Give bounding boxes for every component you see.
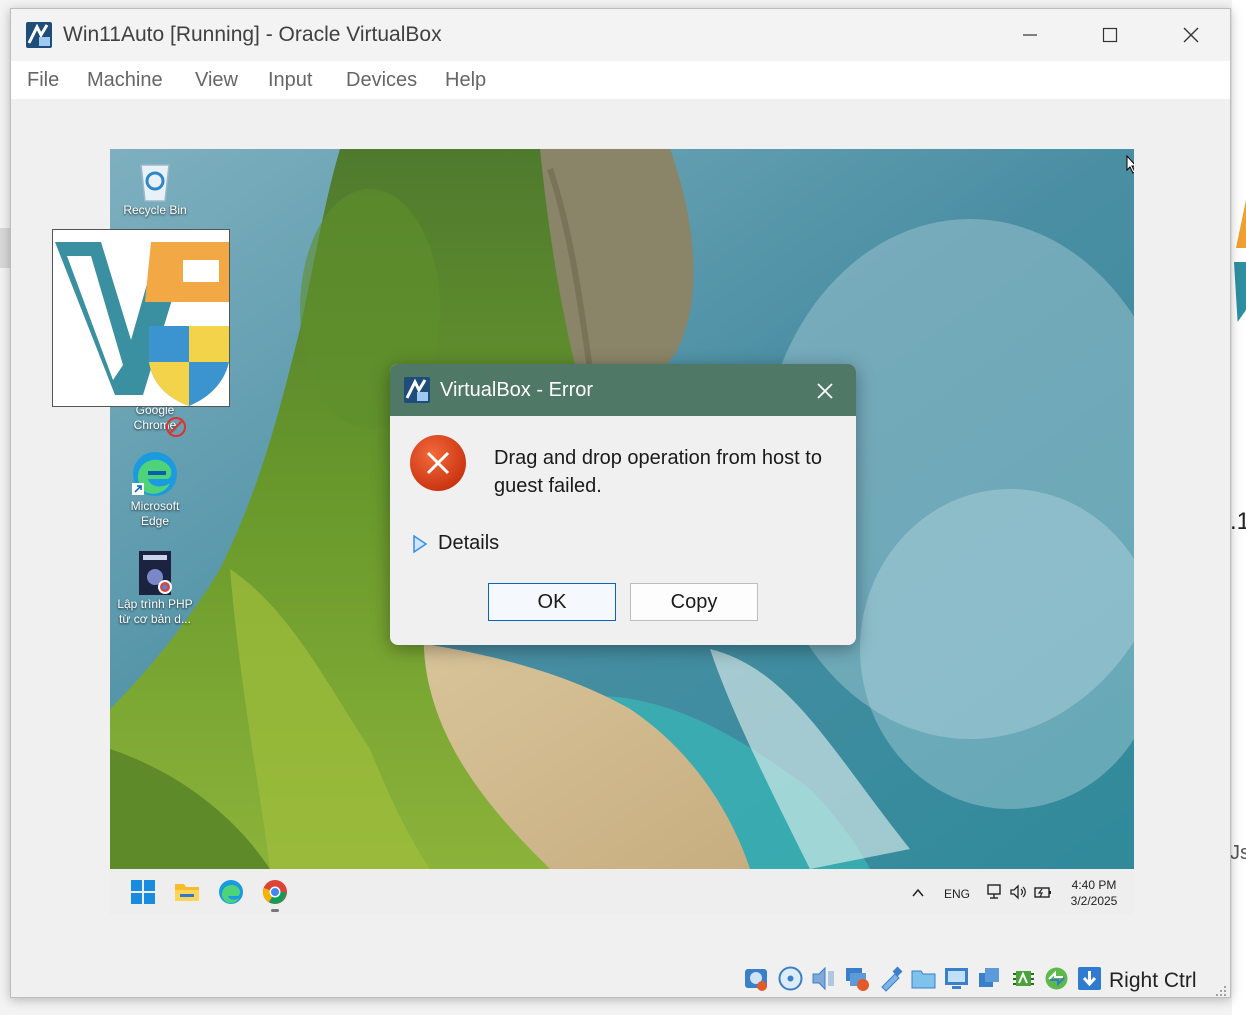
error-icon — [410, 435, 466, 491]
optical-drive-icon[interactable] — [777, 965, 804, 992]
window-title: Win11Auto [Running] - Oracle VirtualBox — [63, 23, 442, 46]
dialog-close-button[interactable] — [810, 376, 840, 406]
language-indicator[interactable]: ENG — [944, 887, 970, 901]
cpu-icon[interactable] — [1010, 965, 1037, 992]
battery-icon[interactable] — [1033, 883, 1053, 901]
close-icon — [1183, 27, 1199, 43]
error-dialog: VirtualBox - Error Drag and drop operati… — [390, 364, 856, 645]
chrome-taskbar-icon[interactable] — [262, 879, 288, 905]
virtualbox-dialog-icon — [404, 377, 430, 403]
menu-help[interactable]: Help — [445, 69, 486, 92]
resize-grip-icon[interactable] — [1215, 985, 1227, 997]
vm-status-bar: Right Ctrl — [11, 957, 1230, 999]
recycle-bin-icon — [140, 164, 170, 202]
chrome-running-indicator — [271, 909, 279, 912]
menu-bar: File Machine View Input Devices Help — [11, 61, 1230, 99]
desktop-icon-recycle-bin[interactable]: Recycle Bin — [110, 159, 200, 218]
usb-icon[interactable] — [877, 965, 904, 992]
no-drop-icon — [166, 417, 186, 437]
dialog-title-bar: VirtualBox - Error — [390, 364, 856, 416]
menu-input[interactable]: Input — [268, 69, 312, 92]
desktop-icon-label: Microsoft Edge — [130, 499, 180, 528]
error-message: Drag and drop operation from host to gue… — [494, 447, 822, 497]
host-text-fragment: .1 — [1230, 508, 1246, 535]
maximize-icon — [1102, 27, 1118, 43]
mouse-pointer-icon — [1126, 155, 1134, 174]
close-icon — [817, 383, 833, 399]
desktop-icon-label: Lập trình PHP từ cơ bản d... — [117, 597, 193, 626]
minimize-icon — [1023, 34, 1037, 36]
host-desktop-fragment-left — [0, 228, 10, 268]
details-label: Details — [438, 532, 500, 554]
menu-devices[interactable]: Devices — [346, 69, 417, 92]
details-toggle[interactable]: Details — [412, 532, 499, 555]
desktop-icon-microsoft-edge[interactable]: Microsoft Edge — [110, 449, 200, 529]
menu-file[interactable]: File — [27, 69, 59, 92]
copy-button[interactable]: Copy — [630, 583, 758, 621]
keyboard-capture-icon[interactable] — [1076, 965, 1103, 992]
app-logo-icon — [55, 242, 229, 406]
display-icon[interactable] — [943, 965, 970, 992]
hard-disk-icon[interactable] — [743, 965, 770, 992]
file-explorer-icon[interactable] — [174, 879, 200, 905]
drag-preview-image — [52, 229, 230, 407]
chevron-up-icon[interactable] — [911, 886, 925, 900]
edge-icon — [132, 452, 177, 496]
edge-taskbar-icon[interactable] — [218, 879, 244, 905]
desktop-icon-label: Recycle Bin — [123, 203, 187, 217]
shared-folders-icon[interactable] — [910, 965, 937, 992]
clock-time[interactable]: 4:40 PM — [1071, 878, 1117, 892]
menu-machine[interactable]: Machine — [87, 69, 163, 92]
clock-date[interactable]: 3/2/2025 — [1066, 894, 1122, 908]
recording-icon[interactable] — [976, 965, 1003, 992]
host-text-fragment-2: Js — [1230, 842, 1246, 864]
network-icon[interactable] — [985, 883, 1003, 901]
book-cover-icon — [139, 551, 172, 595]
virtualbox-app-icon — [26, 22, 52, 48]
close-window-button[interactable] — [1168, 17, 1214, 53]
guest-additions-icon[interactable] — [1043, 965, 1070, 992]
host-key-label: Right Ctrl — [1109, 969, 1197, 992]
dialog-title: VirtualBox - Error — [440, 379, 594, 401]
minimize-button[interactable] — [1007, 17, 1053, 53]
guest-taskbar: ENG 4:40 PM 3/2/2025 — [110, 869, 1134, 915]
title-bar: Win11Auto [Running] - Oracle VirtualBox — [11, 9, 1230, 61]
expand-triangle-icon — [413, 534, 428, 553]
maximize-button[interactable] — [1087, 17, 1133, 53]
ok-button[interactable]: OK — [488, 583, 616, 621]
volume-icon[interactable] — [1009, 883, 1027, 901]
network-adapter-icon[interactable] — [843, 965, 870, 992]
desktop-icon-php-book[interactable]: Lập trình PHP từ cơ bản d... — [110, 549, 200, 627]
windows-start-icon[interactable] — [130, 879, 156, 905]
audio-icon[interactable] — [810, 965, 837, 992]
menu-view[interactable]: View — [195, 69, 238, 92]
